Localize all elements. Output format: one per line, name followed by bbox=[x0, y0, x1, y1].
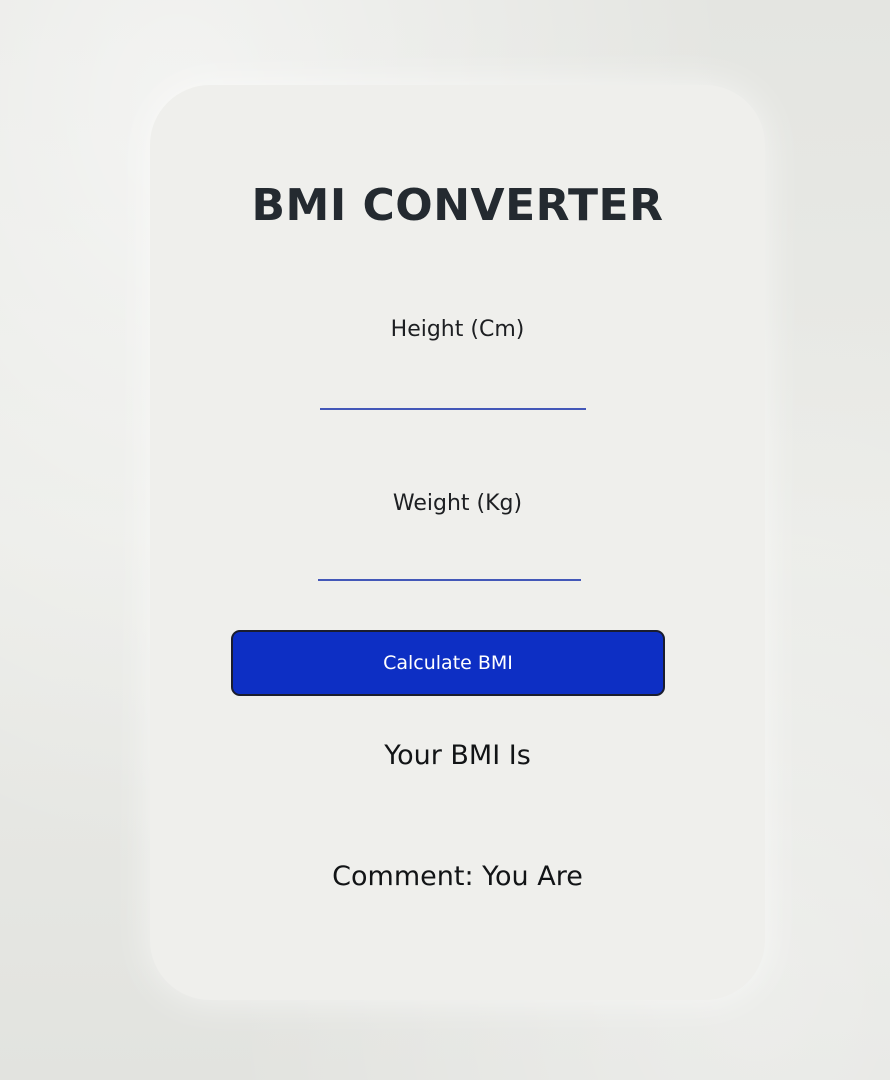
comment-text: Comment: You Are bbox=[332, 861, 583, 892]
weight-label: Weight (Kg) bbox=[392, 491, 523, 516]
weight-input[interactable] bbox=[318, 545, 581, 581]
bmi-result-text: Your BMI Is bbox=[384, 740, 531, 771]
bmi-card: BMI CONVERTER Height (Cm) Weight (Kg) Ca… bbox=[150, 85, 765, 1000]
page-title: BMI CONVERTER bbox=[251, 180, 664, 231]
height-label: Height (Cm) bbox=[390, 317, 525, 342]
calculate-bmi-button[interactable]: Calculate BMI bbox=[231, 630, 665, 696]
height-input[interactable] bbox=[320, 374, 586, 410]
